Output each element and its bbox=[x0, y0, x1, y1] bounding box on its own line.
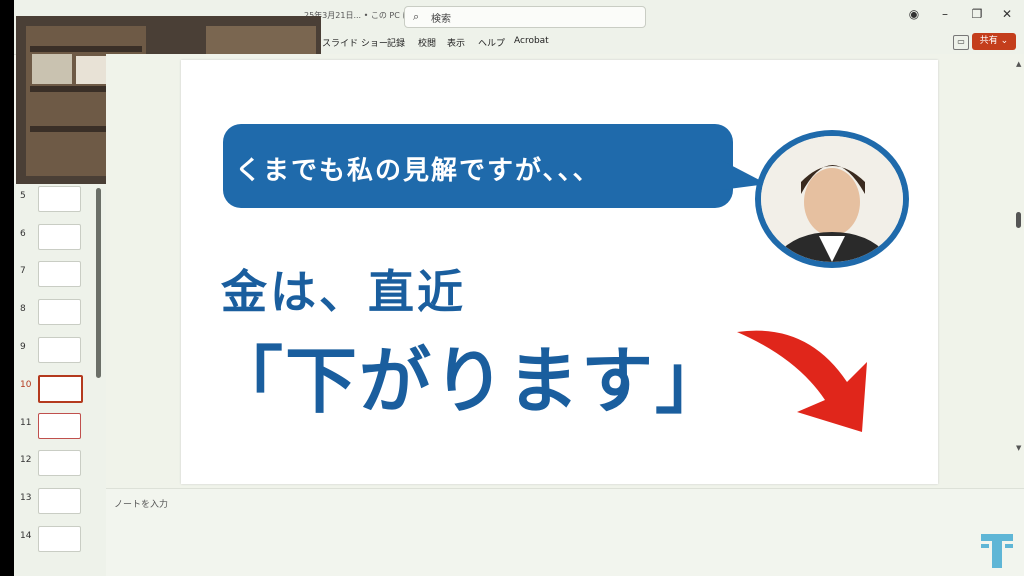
restore-icon[interactable]: ❐ bbox=[970, 7, 984, 21]
scrollbar-thumb[interactable] bbox=[1016, 212, 1021, 228]
share-button[interactable]: 共有 ⌄ bbox=[972, 33, 1016, 50]
tab-acrobat[interactable]: Acrobat bbox=[514, 36, 549, 46]
search-box[interactable]: ⌕ 検索 bbox=[404, 6, 646, 28]
tab-review[interactable]: 校閲 bbox=[418, 36, 436, 49]
scroll-down-icon[interactable]: ▼ bbox=[1016, 444, 1021, 452]
notes-placeholder: ノートを入力 bbox=[114, 500, 169, 510]
tab-view[interactable]: 表示 bbox=[447, 36, 465, 49]
tab-slideshow[interactable]: スライド ショー bbox=[322, 36, 388, 49]
thumbnail-slide-7[interactable]: 7 bbox=[14, 261, 106, 291]
tab-help[interactable]: ヘルプ bbox=[478, 36, 505, 49]
minimize-icon[interactable]: – bbox=[938, 7, 952, 21]
close-icon[interactable]: ✕ bbox=[1000, 7, 1014, 21]
thumbnail-slide-5[interactable]: 5 bbox=[14, 186, 106, 216]
bubble-text: くまでも私の見解ですが、、、 bbox=[235, 156, 601, 186]
thumbnail-slide-10[interactable]: 10 bbox=[14, 375, 106, 405]
headline-line2: 「下がります」 bbox=[211, 339, 730, 423]
portrait-photo bbox=[755, 130, 909, 268]
thumbnail-slide-11[interactable]: 11 bbox=[14, 413, 106, 443]
thumbnail-slide-6[interactable]: 6 bbox=[14, 224, 106, 254]
search-placeholder: 検索 bbox=[431, 14, 451, 25]
slide-thumbnails-panel: 5 6 7 8 9 10 11 12 13 14 bbox=[14, 184, 106, 576]
comment-icon[interactable]: ▭ bbox=[953, 35, 969, 50]
slide-scrollbar[interactable]: ▲ ▼ bbox=[1014, 60, 1024, 480]
thumbnail-slide-13[interactable]: 13 bbox=[14, 488, 106, 518]
scroll-up-icon[interactable]: ▲ bbox=[1016, 60, 1021, 68]
down-arrow-icon bbox=[737, 330, 867, 432]
thumbnail-slide-14[interactable]: 14 bbox=[14, 526, 106, 556]
notes-pane[interactable]: ノートを入力 bbox=[106, 488, 1024, 576]
slide-editor: くまでも私の見解ですが、、、 金は、直近 「下がります」 bbox=[106, 54, 1024, 488]
thumbnail-slide-8[interactable]: 8 bbox=[14, 299, 106, 329]
channel-logo-icon bbox=[981, 534, 1013, 568]
tab-record[interactable]: 記録 bbox=[387, 36, 405, 49]
profile-icon[interactable]: ◉ bbox=[907, 7, 921, 21]
thumbnail-slide-9[interactable]: 9 bbox=[14, 337, 106, 367]
thumbnail-slide-12[interactable]: 12 bbox=[14, 450, 106, 480]
headline-line1: 金は、直近 bbox=[221, 265, 466, 319]
current-slide[interactable]: くまでも私の見解ですが、、、 金は、直近 「下がります」 bbox=[181, 60, 938, 484]
search-icon: ⌕ bbox=[413, 10, 420, 23]
powerpoint-window: 25年3月21日... • この PC に保存済み ⌄ ⌕ 検索 ◉ – ❐ ✕… bbox=[14, 0, 1024, 576]
